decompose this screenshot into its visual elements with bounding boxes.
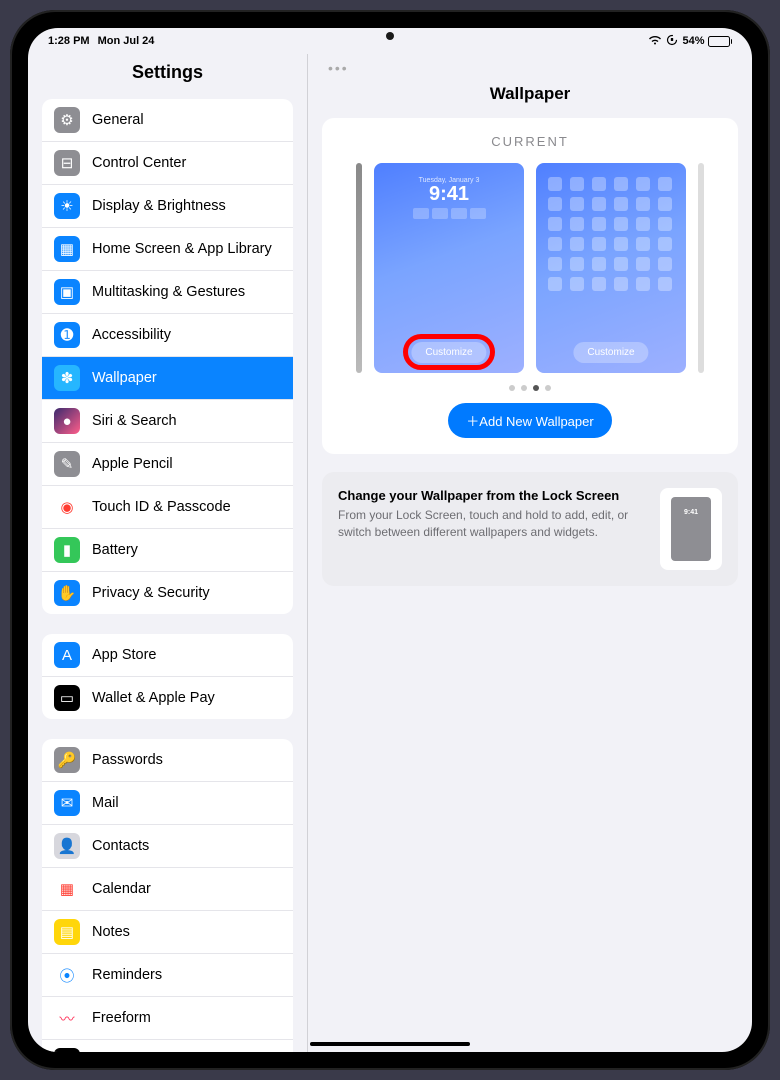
siri-icon: ● [54,408,80,434]
sidebar-item-control-center[interactable]: ⊟ Control Center [42,142,293,185]
add-new-wallpaper-button[interactable]: ＋Add New Wallpaper [448,403,611,438]
wallpaper-icon: ✽ [54,365,80,391]
home-app-grid-icon [536,163,686,305]
voice-icon: ♒ [54,1048,80,1052]
rotation-lock-icon [666,34,678,49]
sidebar-item-label: Reminders [92,967,162,983]
sidebar-item-voice-memos[interactable]: ♒Voice Memos [42,1040,293,1052]
prev-wallpaper-edge[interactable] [356,163,362,373]
sidebar-item-touch-id-passcode[interactable]: ◉ Touch ID & Passcode [42,486,293,529]
control-icon: ⊟ [54,150,80,176]
sidebar-item-privacy-security[interactable]: ✋ Privacy & Security [42,572,293,614]
home-icon: ▦ [54,236,80,262]
customize-home-button[interactable]: Customize [573,342,648,363]
sidebar-item-apple-pencil[interactable]: ✎ Apple Pencil [42,443,293,486]
window-dots-icon[interactable]: ••• [308,54,752,82]
lock-preview-time: 9:41 [374,184,524,204]
mail-icon: ✉ [54,790,80,816]
sidebar-item-label: Accessibility [92,327,171,343]
sidebar-item-contacts[interactable]: 👤 Contacts [42,825,293,868]
status-date: Mon Jul 24 [98,35,155,47]
next-wallpaper-edge[interactable] [698,163,704,373]
lock-screen-preview[interactable]: Tuesday, January 3 9:41 Customize [374,163,524,373]
lock-widget-row [374,208,524,219]
current-wallpaper-card: CURRENT Tuesday, January 3 9:41 Customiz… [322,118,738,454]
info-body: From your Lock Screen, touch and hold to… [338,507,648,541]
sidebar-item-notes[interactable]: ▤ Notes [42,911,293,954]
sidebar-item-label: Home Screen & App Library [92,241,272,257]
sidebar-item-label: Passwords [92,752,163,768]
sidebar-title: Settings [28,54,307,99]
settings-sidebar: Settings ⚙︎ General ⊟ Control Center ☀ Displa… [28,54,308,1052]
sidebar-item-battery[interactable]: ▮ Battery [42,529,293,572]
sidebar-item-label: Display & Brightness [92,198,226,214]
sidebar-item-label: Siri & Search [92,413,177,429]
lock-screen-info-card: Change your Wallpaper from the Lock Scre… [322,472,738,586]
notes-icon: ▤ [54,919,80,945]
sidebar-item-calendar[interactable]: ▦ Calendar [42,868,293,911]
home-screen-preview[interactable]: Customize [536,163,686,373]
pager-dots[interactable] [338,385,722,391]
wifi-icon [648,35,662,48]
page-title: Wallpaper [308,82,752,118]
contacts-icon: 👤 [54,833,80,859]
sidebar-item-label: Wallet & Apple Pay [92,690,215,706]
freeform-icon: 〰 [54,1005,80,1031]
passwords-icon: 🔑 [54,747,80,773]
sidebar-item-wallpaper[interactable]: ✽ Wallpaper [42,357,293,400]
display-icon: ☀ [54,193,80,219]
general-icon: ⚙︎ [54,107,80,133]
current-label: CURRENT [338,134,722,149]
apple-icon: ✎ [54,451,80,477]
touch-icon: ◉ [54,494,80,520]
sidebar-item-label: Battery [92,542,138,558]
sidebar-item-label: Notes [92,924,130,940]
sidebar-item-general[interactable]: ⚙︎ General [42,99,293,142]
sidebar-item-multitasking-gestures[interactable]: ▣ Multitasking & Gestures [42,271,293,314]
customize-lock-button[interactable]: Customize [411,342,486,363]
sidebar-item-label: Multitasking & Gestures [92,284,245,300]
front-camera-icon [386,32,394,40]
sidebar-item-label: Calendar [92,881,151,897]
sidebar-item-label: Touch ID & Passcode [92,499,231,515]
reminders-icon: ⦿ [54,962,80,988]
battery-icon: ▮ [54,537,80,563]
info-thumb-icon: 9:41 [660,488,722,570]
accessibility-icon: ➊ [54,322,80,348]
info-title: Change your Wallpaper from the Lock Scre… [338,488,648,503]
sidebar-item-label: Apple Pencil [92,456,173,472]
sidebar-item-mail[interactable]: ✉ Mail [42,782,293,825]
home-indicator[interactable] [310,1042,470,1046]
battery-status: 54% [682,35,732,47]
sidebar-item-siri-search[interactable]: ● Siri & Search [42,400,293,443]
status-time: 1:28 PM [48,35,90,47]
sidebar-item-freeform[interactable]: 〰 Freeform [42,997,293,1040]
sidebar-item-label: App Store [92,647,157,663]
multitasking-icon: ▣ [54,279,80,305]
sidebar-item-label: Mail [92,795,119,811]
sidebar-item-display-brightness[interactable]: ☀ Display & Brightness [42,185,293,228]
sidebar-item-home-screen-app-library[interactable]: ▦ Home Screen & App Library [42,228,293,271]
sidebar-item-reminders[interactable]: ⦿ Reminders [42,954,293,997]
sidebar-item-wallet-apple-pay[interactable]: ▭ Wallet & Apple Pay [42,677,293,719]
plus-icon: ＋ [466,414,479,429]
sidebar-item-app-store[interactable]: A App Store [42,634,293,677]
sidebar-item-passwords[interactable]: 🔑 Passwords [42,739,293,782]
wallet-icon: ▭ [54,685,80,711]
main-panel: ••• Wallpaper CURRENT Tuesday, January 3… [308,54,752,1052]
privacy-icon: ✋ [54,580,80,606]
sidebar-item-label: Wallpaper [92,370,157,386]
sidebar-item-label: Contacts [92,838,149,854]
sidebar-item-accessibility[interactable]: ➊ Accessibility [42,314,293,357]
app-icon: A [54,642,80,668]
sidebar-item-label: Privacy & Security [92,585,210,601]
sidebar-item-label: General [92,112,144,128]
calendar-icon: ▦ [54,876,80,902]
sidebar-item-label: Control Center [92,155,186,171]
sidebar-item-label: Freeform [92,1010,151,1026]
